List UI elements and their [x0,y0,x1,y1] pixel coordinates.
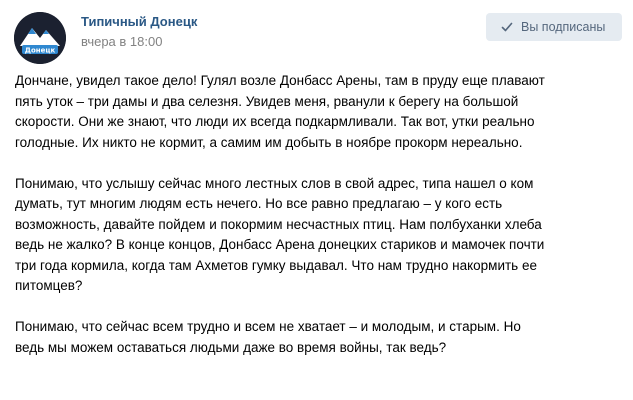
post-paragraph-2: Понимаю, что услышу сейчас много лестных… [15,174,627,297]
post-paragraph-3: Понимаю, что сейчас всем трудно и всем н… [15,317,627,358]
group-name-link[interactable]: Типичный Донецк [81,14,197,29]
subscribed-button-label: Вы подписаны [521,20,606,34]
text-line: ведь мы можем оставаться людьми даже во … [15,339,447,355]
text-line: голодные. Их никто не кормит, а самим им… [15,134,523,150]
group-avatar[interactable]: Донецк [14,12,66,64]
text-line: Дончане, увидел такое дело! Гулял возле … [15,73,545,88]
text-line: ведь не жалко? В конце концов, Донбасс А… [15,237,545,252]
text-line: Понимаю, что сейчас всем трудно и всем н… [15,319,521,334]
text-line: Понимаю, что услышу сейчас много лестных… [15,175,534,191]
avatar-logo-text: Донецк [25,47,56,55]
text-line: скорости. Они же знают, что люди их всег… [15,114,535,129]
mountains-logo-icon: Донецк [14,12,66,64]
post-paragraph-1: Дончане, увидел такое дело! Гулял возле … [15,71,627,153]
text-line: возможность, давайте пойдем и покормим н… [15,216,542,232]
wall-post: Донецк Типичный Донецк вчера в 18:00 Вы … [0,0,633,400]
text-line: думать, тут многим людям есть нечего. Но… [15,196,503,211]
text-line: три года кормила, когда там Ахметов гумк… [15,257,537,273]
check-icon [501,21,513,33]
post-time[interactable]: вчера в 18:00 [81,34,162,49]
text-line: пять уток – три дамы и два селезня. Увид… [15,93,519,109]
subscribed-button[interactable]: Вы подписаны [486,13,622,41]
text-line: питомцев? [15,278,83,293]
post-text: Дончане, увидел такое дело! Гулял возле … [15,71,627,358]
